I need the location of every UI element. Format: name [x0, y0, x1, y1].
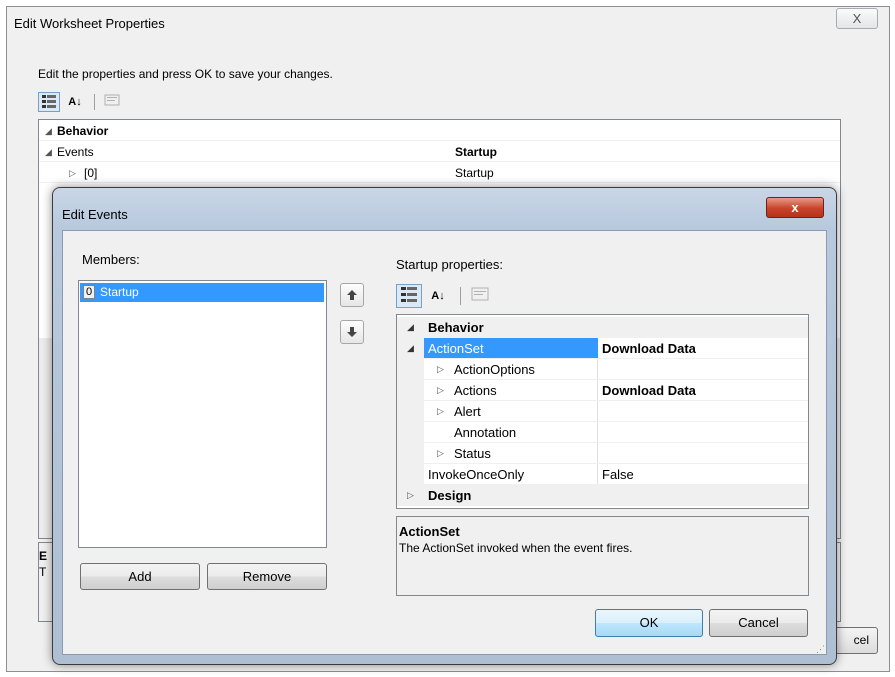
- categorized-icon[interactable]: [396, 284, 422, 308]
- alphabetical-sort-icon[interactable]: A↓: [64, 93, 86, 111]
- property-name: Annotation: [454, 425, 517, 440]
- expanded-triangle-icon[interactable]: ◢: [45, 143, 52, 161]
- property-name: InvokeOnceOnly: [428, 467, 525, 482]
- property-name: ActionOptions: [454, 362, 535, 377]
- add-button[interactable]: Add: [80, 563, 200, 590]
- outer-row-name: [0]: [84, 166, 98, 180]
- outer-row-name: Events: [57, 145, 94, 159]
- expanded-triangle-icon[interactable]: ◢: [407, 338, 414, 359]
- outer-row-name: Behavior: [57, 124, 109, 138]
- startup-properties-label: Startup properties:: [396, 257, 503, 272]
- property-row-actionset[interactable]: ◢ ActionSet Download Data: [397, 338, 808, 359]
- grid-gutter: [397, 464, 424, 485]
- outer-row-behavior[interactable]: ◢ Behavior: [39, 122, 840, 141]
- arrow-down-icon: [347, 327, 357, 337]
- outer-close-button[interactable]: X: [836, 8, 878, 29]
- property-name: Alert: [454, 404, 481, 419]
- cancel-button[interactable]: Cancel: [709, 609, 808, 637]
- outer-dialog-title: Edit Worksheet Properties: [14, 16, 165, 31]
- collapsed-triangle-icon[interactable]: ▷: [437, 380, 444, 401]
- move-down-button[interactable]: [340, 320, 364, 344]
- expanded-triangle-icon[interactable]: ◢: [45, 122, 52, 140]
- property-name: Status: [454, 446, 491, 461]
- members-listbox[interactable]: [78, 280, 327, 548]
- grid-gutter: [397, 380, 424, 401]
- collapsed-triangle-icon[interactable]: ▷: [437, 401, 444, 422]
- alphabetical-sort-icon[interactable]: A↓: [426, 286, 450, 306]
- outer-cancel-label: cel: [853, 633, 869, 647]
- grid-gutter: [397, 443, 424, 464]
- outer-instruction-text: Edit the properties and press OK to save…: [38, 67, 333, 81]
- property-value[interactable]: Download Data: [602, 338, 696, 359]
- description-text: The ActionSet invoked when the event fir…: [399, 541, 633, 555]
- property-category-name: Behavior: [428, 320, 484, 335]
- toolbar-separator: [94, 94, 95, 110]
- toolbar-separator: [460, 287, 461, 305]
- property-row-annotation[interactable]: Annotation: [397, 422, 808, 443]
- grid-gutter: [397, 359, 424, 380]
- property-row-actionoptions[interactable]: ▷ ActionOptions: [397, 359, 808, 380]
- property-name: Actions: [454, 383, 497, 398]
- property-row-status[interactable]: ▷ Status: [397, 443, 808, 464]
- inner-dialog-title: Edit Events: [62, 207, 128, 222]
- outer-description-title: E: [39, 549, 48, 563]
- property-pages-icon: [468, 286, 492, 306]
- outer-row-events[interactable]: ◢ Events Startup: [39, 143, 840, 162]
- property-value[interactable]: False: [602, 464, 634, 485]
- property-row-alert[interactable]: ▷ Alert: [397, 401, 808, 422]
- outer-row-value: Startup: [455, 145, 497, 159]
- categorized-icon[interactable]: [38, 92, 60, 112]
- grid-gutter: [397, 422, 424, 443]
- arrow-up-icon: [347, 290, 357, 300]
- outer-description-text: T: [39, 565, 47, 579]
- property-pages-icon: [101, 93, 123, 111]
- property-category-design[interactable]: ▷ Design: [397, 485, 808, 506]
- property-row-invokeonceonly[interactable]: InvokeOnceOnly False: [397, 464, 808, 485]
- collapsed-triangle-icon[interactable]: ▷: [407, 485, 414, 506]
- collapsed-triangle-icon[interactable]: ▷: [437, 443, 444, 464]
- collapsed-triangle-icon[interactable]: ▷: [69, 164, 76, 182]
- outer-row-value: Startup: [455, 166, 494, 180]
- property-name: ActionSet: [428, 341, 484, 356]
- startup-property-grid: ◢ Behavior ◢ ActionSet Download Data ▷ A…: [396, 314, 809, 509]
- collapsed-triangle-icon[interactable]: ▷: [437, 359, 444, 380]
- grid-gutter: [397, 401, 424, 422]
- resize-grip-icon[interactable]: ⋰: [816, 644, 825, 655]
- member-name: Startup: [100, 285, 139, 299]
- member-index-badge: 0: [83, 285, 95, 299]
- remove-button[interactable]: Remove: [207, 563, 327, 590]
- property-category-name: Design: [428, 488, 472, 503]
- description-title: ActionSet: [399, 524, 460, 539]
- ok-button[interactable]: OK: [595, 609, 703, 637]
- members-label: Members:: [82, 252, 140, 267]
- close-icon: x: [791, 200, 799, 215]
- property-row-actions[interactable]: ▷ Actions Download Data: [397, 380, 808, 401]
- property-category-behavior[interactable]: ◢ Behavior: [397, 317, 808, 338]
- property-value[interactable]: Download Data: [602, 380, 696, 401]
- move-up-button[interactable]: [340, 283, 364, 307]
- outer-row-event-0[interactable]: ▷ [0] Startup: [39, 164, 840, 183]
- close-button[interactable]: x: [766, 197, 824, 218]
- expanded-triangle-icon[interactable]: ◢: [407, 317, 414, 338]
